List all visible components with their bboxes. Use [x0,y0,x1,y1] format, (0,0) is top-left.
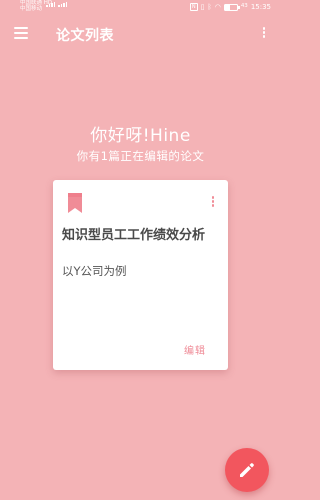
vibrate-icon: ▯ [200,2,205,11]
paper-subtitle: 以Y公司为例 [62,264,127,278]
greeting-subtitle: 你有1篇正在编辑的论文 [76,149,205,163]
edit-fab-button[interactable] [225,448,269,492]
card-more-icon[interactable] [210,196,216,210]
edit-button[interactable]: 编辑 [184,342,206,357]
page-title: 论文列表 [56,28,114,44]
nfc-icon: N [189,3,198,11]
app-bar: 论文列表 [0,18,281,50]
signal-icon [46,2,67,7]
bookmark-icon [68,193,82,213]
paper-title: 知识型员工工作绩效分析 [62,228,206,243]
pencil-icon [240,463,254,477]
clock: 15:35 [250,2,271,11]
wifi-icon: ◠ [214,2,221,11]
bluetooth-icon: ᛒ [207,2,212,11]
status-right: N ▯ ᛒ ◠ 43 15:35 [189,2,271,11]
app-screen: 中国联通 HD 中国移动 N ▯ ᛒ ◠ 43 15:35 论文列表 你好呀!H… [0,0,281,500]
carrier-2: 中国移动 [20,6,43,12]
status-bar: 中国联通 HD 中国移动 N ▯ ᛒ ◠ 43 15:35 [0,0,281,16]
greeting-title: 你好呀!Hine [90,126,191,146]
battery-level: 43 [240,3,248,10]
paper-card[interactable]: 知识型员工工作绩效分析 以Y公司为例 编辑 [53,180,228,370]
battery-icon [223,3,240,11]
more-vert-icon[interactable] [261,27,267,41]
menu-icon[interactable] [14,27,30,41]
